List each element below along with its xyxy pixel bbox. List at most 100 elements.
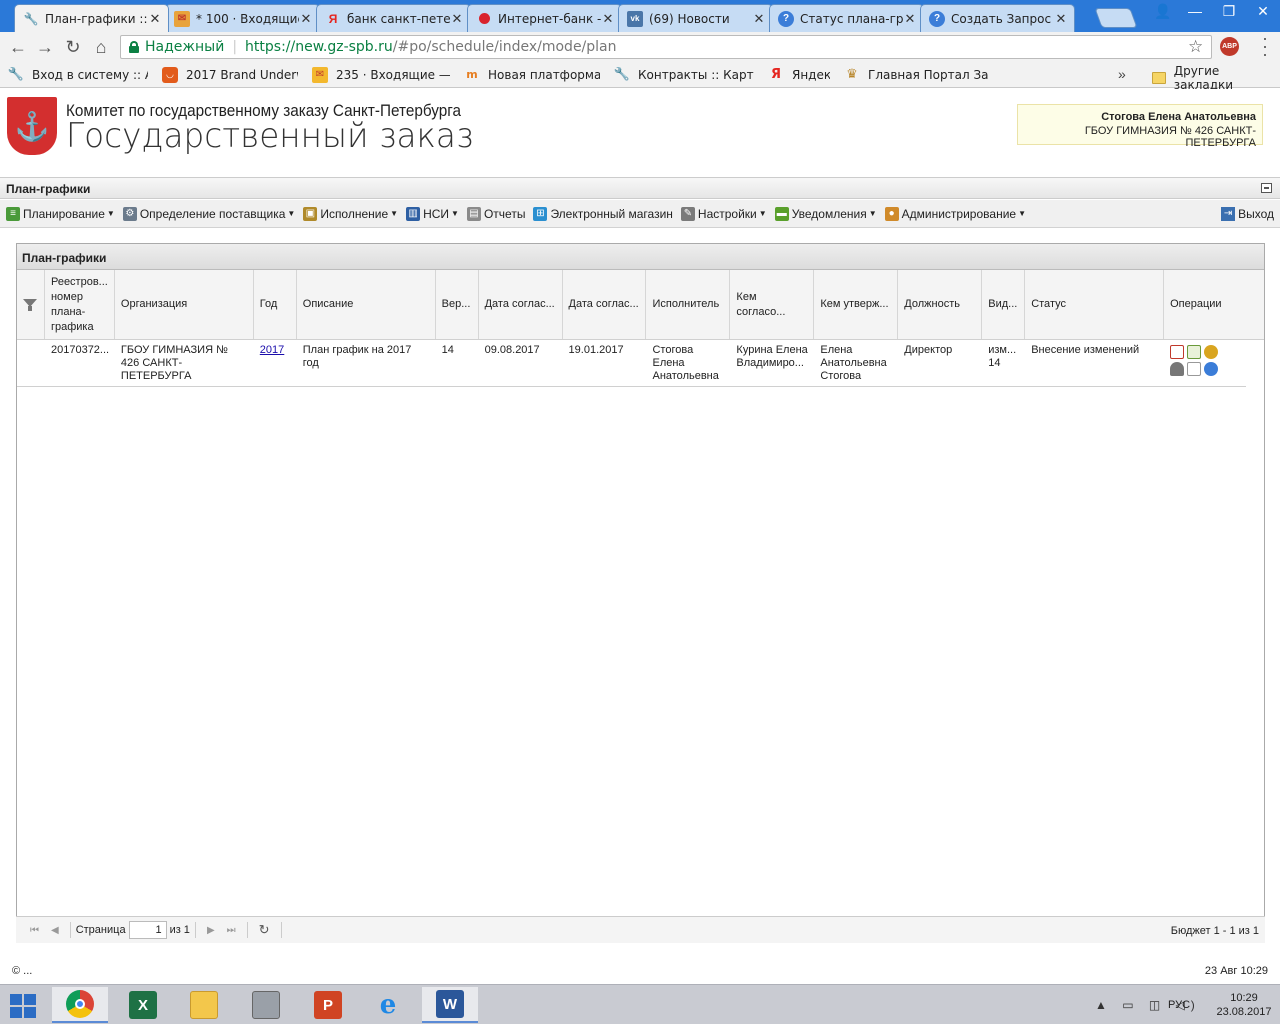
menu-administration[interactable]: ● Администрирование ▼ bbox=[884, 206, 1026, 221]
close-icon[interactable]: ✕ bbox=[450, 11, 464, 27]
new-tab-button[interactable] bbox=[1094, 8, 1138, 28]
tab-internet-bank[interactable]: Интернет-банк - ✕ bbox=[467, 4, 622, 32]
tab-title: (69) Новости bbox=[649, 11, 730, 26]
column-header[interactable]: Описание bbox=[297, 270, 436, 339]
column-header[interactable]: Организация bbox=[115, 270, 254, 339]
exit-button[interactable]: ⇥ Выход bbox=[1221, 207, 1274, 221]
bookmark-item[interactable]: ◡ 2017 Brand Underwe bbox=[162, 66, 298, 83]
home-icon[interactable]: ⌂ bbox=[90, 37, 112, 57]
bookmark-item[interactable]: Я Яндекс bbox=[768, 67, 830, 83]
executor-cell: Стогова Елена Анатольевна bbox=[652, 344, 719, 382]
column-header[interactable]: Год bbox=[254, 270, 297, 339]
menu-settings[interactable]: ✎ Настройки ▼ bbox=[680, 206, 767, 221]
tab-vk-news[interactable]: vk (69) Новости ✕ bbox=[618, 4, 773, 32]
back-icon[interactable]: ← bbox=[7, 37, 29, 57]
first-page-icon[interactable]: ⏮ bbox=[30, 925, 39, 936]
clock[interactable]: 10:29 23.08.2017 bbox=[1214, 991, 1274, 1019]
column-header[interactable]: Кем утверж... bbox=[814, 270, 899, 339]
tab-plan-schedules[interactable]: 🔧 План-графики :: А ✕ bbox=[14, 4, 169, 32]
close-icon[interactable]: ✕ bbox=[601, 11, 615, 27]
prev-page-icon[interactable]: ◀ bbox=[51, 925, 59, 936]
fax-icon[interactable] bbox=[238, 987, 294, 1023]
filter-column-header[interactable] bbox=[17, 270, 45, 339]
bookmark-item[interactable]: m Новая платформа АІ bbox=[464, 67, 600, 83]
column-header[interactable]: Исполнитель bbox=[646, 270, 731, 339]
year-link[interactable]: 2017 bbox=[260, 344, 284, 356]
ie-icon[interactable]: e bbox=[360, 987, 416, 1023]
date-cell: 09.08.2017 bbox=[484, 344, 540, 356]
close-window-icon[interactable]: ✕ bbox=[1246, 0, 1280, 22]
chrome-icon[interactable] bbox=[52, 987, 108, 1023]
column-header[interactable]: Операции bbox=[1164, 270, 1264, 339]
help-icon: ? bbox=[778, 10, 794, 27]
close-icon[interactable]: ✕ bbox=[148, 11, 162, 27]
bookmark-star-icon[interactable]: ☆ bbox=[1188, 37, 1203, 57]
last-page-icon[interactable]: ⏭ bbox=[227, 925, 236, 936]
column-header[interactable]: Должность bbox=[898, 270, 983, 339]
operations-cell bbox=[1164, 340, 1246, 386]
chrome-logo bbox=[66, 990, 94, 1018]
info-icon[interactable] bbox=[1204, 362, 1219, 376]
tab-bank-search[interactable]: Я банк санкт-петер ✕ bbox=[316, 4, 471, 32]
minimize-icon[interactable]: — bbox=[1178, 0, 1212, 22]
browser-menu-icon[interactable]: · · · bbox=[1255, 29, 1275, 63]
powerpoint-icon[interactable]: P bbox=[300, 987, 356, 1023]
column-header[interactable]: Вид... bbox=[982, 270, 1026, 339]
menu-execution[interactable]: ▣ Исполнение ▼ bbox=[303, 206, 398, 221]
next-page-icon[interactable]: ▶ bbox=[207, 925, 215, 936]
profile-icon[interactable]: 👤 bbox=[1148, 0, 1178, 22]
word-icon[interactable]: W bbox=[422, 987, 478, 1023]
bookmark-item[interactable]: ✉ 235 · Входящие — Я bbox=[312, 66, 450, 83]
page-footer: © ... 23 Авг 10:29 bbox=[0, 961, 1280, 981]
adblock-icon[interactable]: ABP bbox=[1220, 37, 1239, 56]
column-header[interactable]: Статус bbox=[1025, 270, 1165, 339]
close-icon[interactable]: ✕ bbox=[752, 11, 766, 27]
reload-icon[interactable]: ↻ bbox=[62, 37, 84, 57]
page-label: Страница bbox=[75, 924, 126, 936]
position-cell: Директор bbox=[904, 344, 953, 356]
refresh-icon[interactable]: ↻ bbox=[259, 922, 270, 938]
column-header[interactable]: Дата соглас... bbox=[563, 270, 647, 339]
view-document-icon[interactable] bbox=[1170, 345, 1185, 359]
tab-inbox[interactable]: ✉ * 100 · Входящие ✕ bbox=[165, 4, 320, 32]
menu-nsi[interactable]: ▥ НСИ ▼ bbox=[406, 206, 459, 221]
eagle-icon[interactable] bbox=[1204, 345, 1219, 359]
bookmark-item[interactable]: ♛ Главная Портал Заку bbox=[844, 67, 988, 83]
menu-eshop[interactable]: ⊞ Электронный магазин bbox=[533, 206, 673, 221]
page-input[interactable]: 1 bbox=[128, 921, 167, 939]
tab-create-request[interactable]: ? Создать Запрос н ✕ bbox=[920, 4, 1075, 32]
excel-icon[interactable]: X bbox=[115, 987, 171, 1023]
copy-document-icon[interactable] bbox=[1187, 362, 1202, 376]
windows-start-icon[interactable] bbox=[8, 993, 38, 1019]
mail-icon: ✉ bbox=[312, 66, 328, 83]
address-bar[interactable]: Надежный | https://new.gz-spb.ru/#po/sch… bbox=[120, 35, 1212, 59]
menu-reports[interactable]: ▤ Отчеты bbox=[466, 206, 525, 221]
close-icon[interactable]: ✕ bbox=[1054, 11, 1068, 27]
close-icon[interactable]: ✕ bbox=[903, 11, 917, 27]
url-path: /#po/schedule/index/mode/plan bbox=[392, 39, 617, 55]
menu-notifications[interactable]: ▬ Уведомления ▼ bbox=[774, 206, 877, 221]
tab-plan-status[interactable]: ? Статус плана-гра ✕ bbox=[769, 4, 924, 32]
column-header[interactable]: Дата соглас... bbox=[479, 270, 563, 339]
restore-icon[interactable]: ❐ bbox=[1212, 0, 1246, 22]
bookmark-item[interactable]: 🔧 Контракты :: Карточ bbox=[614, 67, 754, 83]
column-header[interactable]: Вер... bbox=[436, 270, 479, 339]
attach-icon[interactable] bbox=[1170, 362, 1185, 376]
close-icon[interactable]: ✕ bbox=[299, 11, 313, 27]
column-header[interactable]: Кем согласо... bbox=[730, 270, 815, 339]
forward-icon[interactable]: → bbox=[34, 37, 56, 57]
input-language[interactable]: РУС bbox=[1168, 999, 1190, 1011]
bookmark-item[interactable]: 🔧 Вход в систему :: АИ bbox=[8, 67, 148, 83]
other-bookmarks[interactable]: Другие закладки bbox=[1152, 64, 1280, 92]
bookmarks-overflow-icon[interactable]: » bbox=[1118, 66, 1126, 82]
column-header[interactable]: Реестров... номер плана-графика bbox=[45, 270, 115, 339]
module-title: План-графики bbox=[6, 182, 91, 196]
tab-title: банк санкт-петер bbox=[347, 11, 450, 26]
table-row[interactable]: 20170372... ГБОУ ГИМНАЗИЯ № 426 САНКТ-ПЕ… bbox=[17, 340, 1246, 387]
edit-checklist-icon[interactable] bbox=[1187, 345, 1202, 359]
explorer-icon[interactable] bbox=[176, 987, 232, 1023]
menu-supplier-selection[interactable]: ⚙ Определение поставщика ▼ bbox=[122, 206, 295, 221]
grid-pager: ⏮ ◀ Страница 1 из 1 ▶ ⏭ ↻ Бюджет 1 - 1 и… bbox=[16, 916, 1265, 943]
collapse-icon[interactable] bbox=[1261, 183, 1272, 193]
menu-planning[interactable]: ≡ Планирование ▼ bbox=[6, 206, 115, 221]
